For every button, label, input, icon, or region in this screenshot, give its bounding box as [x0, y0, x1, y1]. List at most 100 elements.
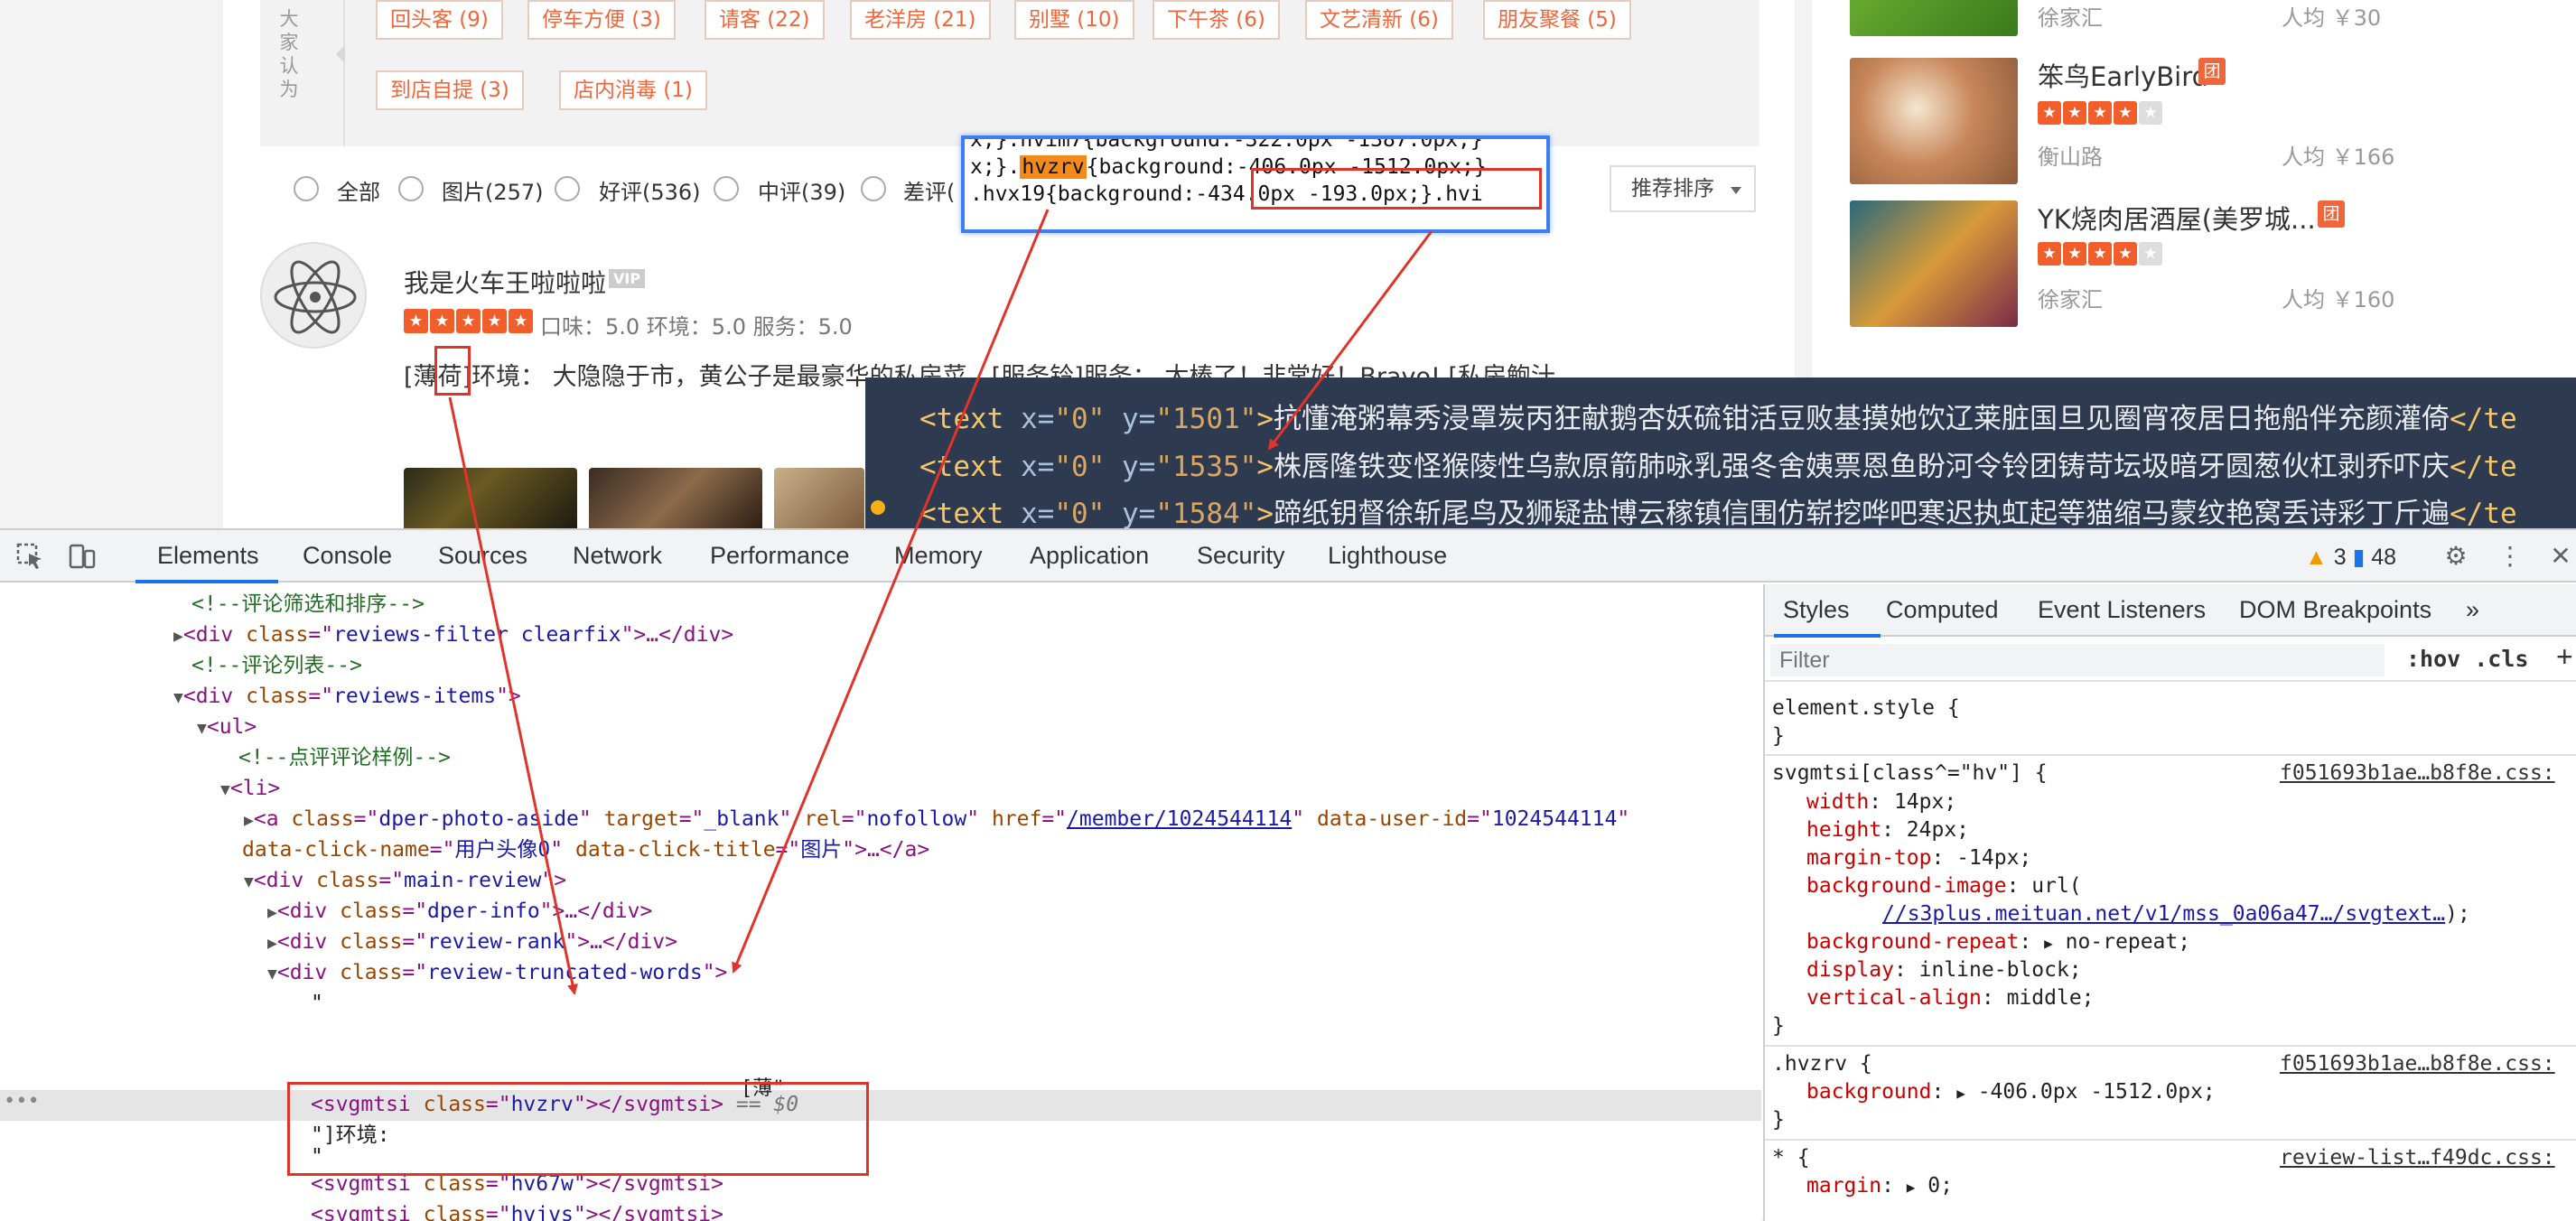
shop-location: 衡山路 — [2038, 144, 2103, 170]
sort-dropdown-label: 推荐排序 — [1631, 177, 1714, 200]
filter-radio-bad[interactable] — [861, 176, 886, 201]
expand-triangle-icon[interactable]: ▶ — [267, 934, 277, 953]
dom-node[interactable]: ▶<div class="review-rank">…</div> — [267, 927, 677, 957]
more-options-icon[interactable]: ⋮ — [2495, 541, 2525, 572]
css-declaration[interactable]: height: 24px; — [1806, 818, 1969, 842]
tab-lighthouse[interactable]: Lighthouse — [1328, 542, 1447, 570]
hov-cls-toggles[interactable]: :hov .cls — [2406, 646, 2528, 672]
tab-memory[interactable]: Memory — [894, 542, 983, 570]
tab-console[interactable]: Console — [303, 542, 392, 570]
tag-chip[interactable]: 朋友聚餐 (5) — [1483, 0, 1631, 40]
svg-attr: x= — [1021, 403, 1055, 435]
tag-chip[interactable]: 文艺清新 (6) — [1305, 0, 1453, 40]
tag-chip[interactable]: 回头客 (9) — [376, 0, 503, 40]
collapse-triangle-icon[interactable]: ▼ — [197, 719, 207, 738]
collapse-triangle-icon[interactable]: ▼ — [173, 688, 183, 707]
shop-thumbnail[interactable] — [1850, 0, 2018, 36]
collapse-triangle-icon[interactable]: ▼ — [220, 780, 230, 799]
css-class-highlight: hvzrv — [1020, 155, 1087, 179]
tab-network[interactable]: Network — [573, 542, 662, 570]
tab-security[interactable]: Security — [1197, 542, 1285, 570]
dom-node[interactable]: ▶<div class="reviews-filter clearfix">…<… — [173, 620, 733, 650]
tag-chip[interactable]: 老洋房 (21) — [850, 0, 991, 40]
tab-elements[interactable]: Elements — [157, 542, 259, 570]
tag-chip[interactable]: 店内消毒 (1) — [559, 70, 707, 110]
shop-name[interactable]: YK烧肉居酒屋(美罗城... — [2038, 199, 2316, 237]
review-photo[interactable] — [404, 468, 577, 528]
tag-chip[interactable]: 请客 (22) — [705, 0, 825, 40]
filter-label: 差评( — [903, 180, 956, 205]
dom-node[interactable]: <svgmtsi class="hvjvs"></svgmtsi> — [311, 1200, 723, 1221]
css-source-link[interactable]: review-list…f49dc.css: — [2280, 1146, 2555, 1170]
shop-thumbnail[interactable] — [1850, 58, 2018, 184]
dom-node[interactable]: ▼<li> — [220, 774, 280, 804]
styles-filter-input[interactable] — [1770, 644, 2385, 676]
filter-radio-all[interactable] — [294, 176, 319, 201]
css-url-link[interactable]: //s3plus.meituan.net/v1/mss_0a06a47…/svg… — [1882, 902, 2445, 926]
issue-counts[interactable]: ▲ 3 ▮ 48 — [2305, 544, 2396, 571]
css-declaration-continued[interactable]: //s3plus.meituan.net/v1/mss_0a06a47…/svg… — [1882, 902, 2470, 926]
css-selector[interactable]: * { — [1772, 1146, 1810, 1170]
css-source-link[interactable]: f051693b1ae…b8f8e.css: — [2280, 1052, 2555, 1076]
dom-node[interactable]: ▼<ul> — [197, 713, 257, 742]
expand-triangle-icon[interactable]: ▶ — [173, 627, 183, 646]
collapse-triangle-icon[interactable]: ▼ — [267, 965, 277, 983]
collapse-triangle-icon[interactable]: ▼ — [244, 872, 254, 891]
css-selector[interactable]: .hvzrv { — [1772, 1052, 1872, 1076]
expand-triangle-icon[interactable]: ▶ — [244, 811, 254, 830]
expand-triangle-icon[interactable]: ▶ — [267, 903, 277, 922]
css-declaration[interactable]: vertical-align: middle; — [1806, 986, 2095, 1010]
dom-node[interactable]: ▼<div class="review-truncated-words"> — [267, 958, 727, 988]
dom-node[interactable]: ▶<div class="dper-info">…</div> — [267, 897, 652, 927]
css-source-link[interactable]: f051693b1ae…b8f8e.css: — [2280, 761, 2555, 785]
svg-tag: <text — [919, 403, 1004, 435]
close-icon[interactable]: ✕ — [2545, 541, 2576, 572]
tab-computed[interactable]: Computed — [1886, 596, 1999, 624]
shop-thumbnail[interactable] — [1850, 200, 2018, 327]
css-declaration[interactable]: background-repeat: ▶ no-repeat; — [1806, 930, 2190, 954]
gear-icon[interactable]: ⚙ — [2441, 541, 2471, 572]
tag-chip[interactable]: 到店自提 (3) — [376, 70, 524, 110]
tab-event-listeners[interactable]: Event Listeners — [2038, 596, 2206, 624]
review-photo[interactable] — [774, 468, 864, 528]
styles-tabs: Styles Computed Event Listeners DOM Brea… — [1765, 584, 2576, 638]
tab-performance[interactable]: Performance — [710, 542, 850, 570]
filter-radio-good[interactable] — [555, 176, 580, 201]
tab-styles[interactable]: Styles — [1783, 596, 1850, 624]
reviewer-name[interactable]: 我是火车王啦啦啦 — [404, 264, 606, 300]
tag-chip[interactable]: 停车方便 (3) — [527, 0, 676, 40]
dom-node[interactable]: ▼<div class="main-review"> — [244, 866, 566, 896]
css-declaration[interactable]: background: ▶ -406.0px -1512.0px; — [1806, 1080, 2216, 1104]
css-declaration[interactable]: width: 14px; — [1806, 790, 1956, 814]
css-selector[interactable]: svgmtsi[class^="hv"] { — [1772, 761, 2048, 785]
device-toolbar-icon[interactable] — [67, 541, 98, 572]
element-style-rule[interactable]: element.style { — [1772, 696, 1960, 720]
warning-icon: ▲ — [2305, 545, 2328, 570]
shop-name[interactable]: 笨鸟EarlyBird — [2038, 56, 2208, 94]
tab-sources[interactable]: Sources — [438, 542, 527, 570]
css-declaration[interactable]: margin: ▶ 0; — [1806, 1174, 1953, 1198]
chevron-more-icon[interactable]: » — [2466, 596, 2479, 624]
avatar[interactable] — [260, 242, 367, 349]
css-declaration[interactable]: display: inline-block; — [1806, 958, 2082, 982]
tab-application[interactable]: Application — [1030, 542, 1149, 570]
inspect-element-icon[interactable] — [14, 541, 45, 572]
dom-href-link[interactable]: /member/1024544114 — [1067, 807, 1292, 831]
star-icon: ★ — [456, 309, 481, 333]
sort-dropdown[interactable]: 推荐排序 — [1610, 165, 1756, 212]
filter-radio-medium[interactable] — [714, 176, 739, 201]
tab-dom-breakpoints[interactable]: DOM Breakpoints — [2239, 596, 2431, 624]
dom-node[interactable]: ▶<a class="dper-photo-aside" target="_bl… — [244, 805, 1629, 834]
more-actions-icon[interactable]: ••• — [4, 1090, 40, 1113]
tag-chip[interactable]: 下午茶 (6) — [1153, 0, 1280, 40]
filter-radio-photos[interactable] — [398, 176, 424, 201]
dom-node-continued[interactable]: data-click-name="用户头像0" data-click-title… — [242, 835, 929, 865]
review-photo[interactable] — [589, 468, 762, 528]
css-declaration[interactable]: margin-top: -14px; — [1806, 846, 2031, 870]
plus-icon[interactable]: + — [2556, 640, 2573, 674]
tag-chip[interactable]: 别墅 (10) — [1014, 0, 1134, 40]
selected-node-highlight — [0, 1090, 1761, 1121]
css-declaration[interactable]: background-image: url( — [1806, 874, 2082, 898]
active-tab-indicator — [1774, 634, 1881, 638]
dom-node[interactable]: ▼<div class="reviews-items"> — [173, 682, 521, 712]
